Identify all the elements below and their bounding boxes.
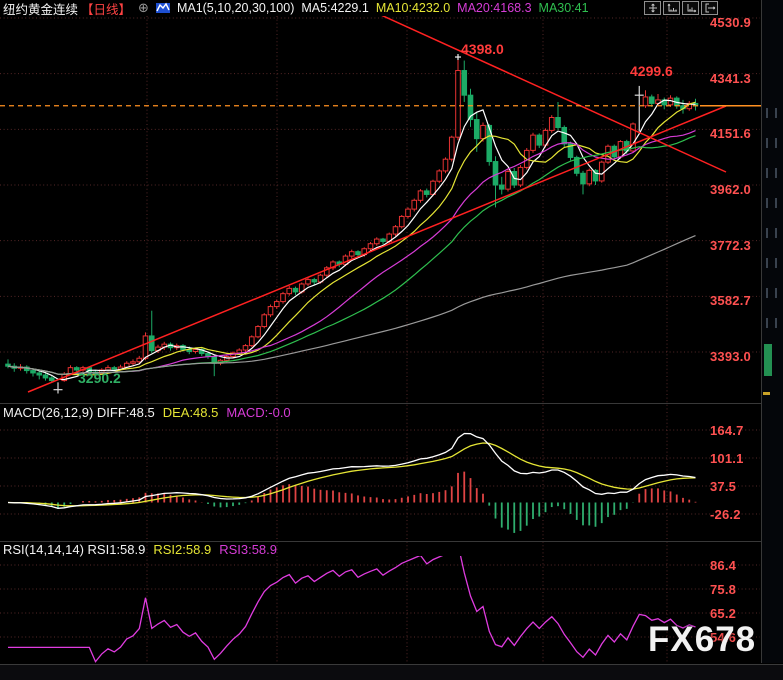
ma20-value: MA20:4168.3 (457, 1, 531, 15)
macd-value: MACD:-0.0 (226, 405, 290, 420)
rsi-params-label: RSI(14,14,14) RSI1:58.9 (3, 542, 145, 557)
rsi-header: RSI(14,14,14) RSI1:58.9 RSI2:58.9 RSI3:5… (3, 542, 277, 557)
macd-params-label: MACD(26,12,9) DIFF:48.5 (3, 405, 155, 420)
chart-header: 纽约黄金连续【日线】 ⊕ MA1(5,10,20,30,100) MA5:422… (3, 0, 589, 16)
date-axis[interactable] (0, 664, 783, 680)
add-indicator-icon[interactable]: ⊕ (138, 0, 149, 16)
detach-window-button[interactable] (701, 1, 718, 15)
ma10-value: MA10:4232.0 (376, 1, 450, 15)
move-tool-button[interactable] (644, 1, 661, 15)
right-edge-clipped-panel (762, 0, 783, 663)
rsi3-value: RSI3:58.9 (219, 542, 277, 557)
rsi2-value: RSI2:58.9 (153, 542, 211, 557)
candlestick-chart-canvas[interactable] (0, 0, 783, 680)
axis-play-button[interactable] (682, 1, 699, 15)
ma30-value: MA30:41 (539, 1, 589, 15)
watermark: FX678 (648, 620, 756, 660)
dea-value: DEA:48.5 (163, 405, 219, 420)
candlestick-icon (156, 2, 170, 14)
clipped-green-bar (764, 344, 772, 376)
period-label: 【日线】 (81, 0, 131, 18)
chart-toolbar (644, 1, 718, 15)
ma5-value: MA5:4229.1 (301, 1, 368, 15)
macd-header: MACD(26,12,9) DIFF:48.5 DEA:48.5 MACD:-0… (3, 405, 291, 420)
chart-app: 4530.94341.34151.63962.03772.33582.73393… (0, 0, 783, 680)
axis-zoom-button[interactable] (663, 1, 680, 15)
ma-group-label: MA1(5,10,20,30,100) (177, 1, 294, 15)
instrument-title: 纽约黄金连续 (3, 0, 78, 18)
clipped-yellow-mark (763, 392, 770, 395)
